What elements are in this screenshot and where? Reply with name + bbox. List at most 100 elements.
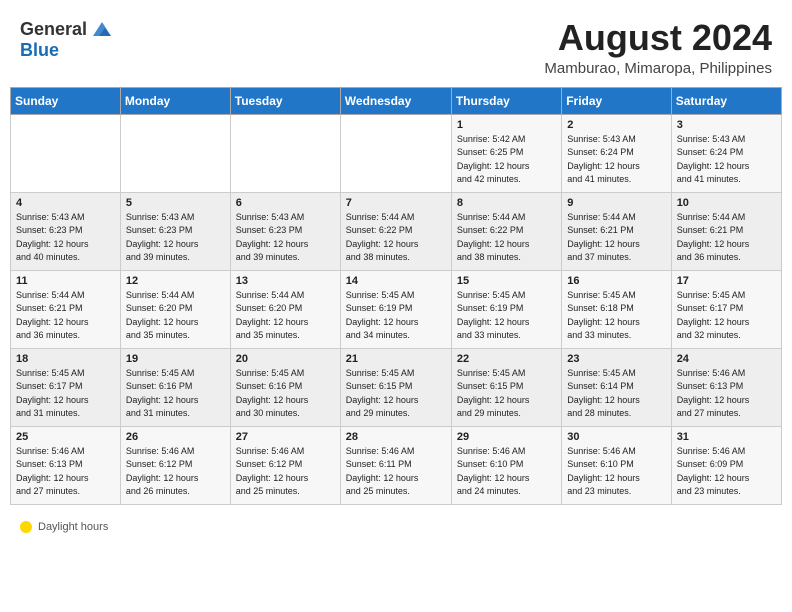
weekday-header: Monday: [120, 87, 230, 114]
calendar-cell: 5Sunrise: 5:43 AM Sunset: 6:23 PM Daylig…: [120, 192, 230, 270]
header: General Blue August 2024 Mamburao, Mimar…: [0, 0, 792, 87]
calendar-cell: 30 Sunrise: 5:46 AM Sunset: 6:10 PM Dayli…: [562, 426, 671, 504]
logo-general-text: General: [20, 19, 87, 40]
calendar-cell: 14 Sunrise: 5:45 AM Sunset: 6:19 PM Dayli…: [340, 270, 451, 348]
calendar-cell: 3 Sunrise: 5:43 AM Sunset: 6:24 PM Daylig…: [671, 114, 781, 192]
day-info: Sunrise: 5:46 AM Sunset: 6:11 PM Dayligh…: [346, 445, 446, 499]
day-number: 17: [677, 275, 776, 287]
day-number: 14: [346, 275, 446, 287]
calendar-cell: 20 Sunrise: 5:45 AM Sunset: 6:16 PM Dayli…: [230, 348, 340, 426]
day-info: Sunrise: 5:45 AM Sunset: 6:19 PM Dayligh…: [457, 289, 556, 343]
day-number: 29: [457, 431, 556, 443]
logo-icon: [91, 18, 113, 40]
day-number: 31: [677, 431, 776, 443]
footer: Daylight hours: [0, 515, 792, 539]
day-info: Sunrise: 5:45 AM Sunset: 6:15 PM Dayligh…: [346, 367, 446, 421]
day-info: Sunrise: 5:46 AM Sunset: 6:10 PM Dayligh…: [457, 445, 556, 499]
calendar-cell: 4Sunrise: 5:43 AM Sunset: 6:23 PM Daylig…: [11, 192, 121, 270]
day-info: Sunrise: 5:43 AM Sunset: 6:23 PM Dayligh…: [126, 211, 225, 265]
logo: General Blue: [20, 18, 113, 61]
day-number: 27: [236, 431, 335, 443]
day-number: 2: [567, 119, 665, 131]
day-number: 22: [457, 353, 556, 365]
day-info: Sunrise: 5:44 AM Sunset: 6:22 PM Dayligh…: [346, 211, 446, 265]
day-number: 23: [567, 353, 665, 365]
calendar-week-row: 18 Sunrise: 5:45 AM Sunset: 6:17 PM Dayli…: [11, 348, 782, 426]
title-area: August 2024 Mamburao, Mimaropa, Philippi…: [544, 18, 772, 77]
day-info: Sunrise: 5:43 AM Sunset: 6:24 PM Dayligh…: [677, 133, 776, 187]
calendar-week-row: 11Sunrise: 5:44 AM Sunset: 6:21 PM Dayli…: [11, 270, 782, 348]
calendar-cell: 24Sunrise: 5:46 AM Sunset: 6:13 PM Dayli…: [671, 348, 781, 426]
daylight-label: Daylight hours: [38, 521, 108, 533]
calendar-cell: 27 Sunrise: 5:46 AM Sunset: 6:12 PM Dayli…: [230, 426, 340, 504]
calendar-cell: 29 Sunrise: 5:46 AM Sunset: 6:10 PM Dayli…: [451, 426, 561, 504]
calendar-cell: 22 Sunrise: 5:45 AM Sunset: 6:15 PM Dayli…: [451, 348, 561, 426]
day-number: 16: [567, 275, 665, 287]
day-number: 7: [346, 197, 446, 209]
day-info: Sunrise: 5:45 AM Sunset: 6:16 PM Dayligh…: [236, 367, 335, 421]
logo-blue-text: Blue: [20, 40, 59, 61]
day-info: Sunrise: 5:44 AM Sunset: 6:21 PM Dayligh…: [677, 211, 776, 265]
day-number: 20: [236, 353, 335, 365]
calendar-cell: 2 Sunrise: 5:43 AM Sunset: 6:24 PM Daylig…: [562, 114, 671, 192]
day-info: Sunrise: 5:45 AM Sunset: 6:17 PM Dayligh…: [677, 289, 776, 343]
calendar-cell: 12Sunrise: 5:44 AM Sunset: 6:20 PM Dayli…: [120, 270, 230, 348]
day-info: Sunrise: 5:45 AM Sunset: 6:19 PM Dayligh…: [346, 289, 446, 343]
weekday-header: Wednesday: [340, 87, 451, 114]
day-info: Sunrise: 5:45 AM Sunset: 6:15 PM Dayligh…: [457, 367, 556, 421]
calendar-cell: [340, 114, 451, 192]
calendar-cell: 16 Sunrise: 5:45 AM Sunset: 6:18 PM Dayli…: [562, 270, 671, 348]
day-info: Sunrise: 5:46 AM Sunset: 6:09 PM Dayligh…: [677, 445, 776, 499]
day-info: Sunrise: 5:46 AM Sunset: 6:12 PM Dayligh…: [126, 445, 225, 499]
day-number: 19: [126, 353, 225, 365]
day-number: 15: [457, 275, 556, 287]
calendar-week-row: 1Sunrise: 5:42 AM Sunset: 6:25 PM Daylig…: [11, 114, 782, 192]
day-info: Sunrise: 5:42 AM Sunset: 6:25 PM Dayligh…: [457, 133, 556, 187]
day-number: 30: [567, 431, 665, 443]
weekday-header: Friday: [562, 87, 671, 114]
calendar-cell: 7 Sunrise: 5:44 AM Sunset: 6:22 PM Daylig…: [340, 192, 451, 270]
calendar-cell: 21Sunrise: 5:45 AM Sunset: 6:15 PM Dayli…: [340, 348, 451, 426]
calendar-cell: 23 Sunrise: 5:45 AM Sunset: 6:14 PM Dayli…: [562, 348, 671, 426]
daylight-dot-icon: [20, 521, 32, 533]
calendar-cell: 11Sunrise: 5:44 AM Sunset: 6:21 PM Dayli…: [11, 270, 121, 348]
location-title: Mamburao, Mimaropa, Philippines: [544, 60, 772, 77]
calendar-cell: 26 Sunrise: 5:46 AM Sunset: 6:12 PM Dayli…: [120, 426, 230, 504]
calendar-cell: 13 Sunrise: 5:44 AM Sunset: 6:20 PM Dayli…: [230, 270, 340, 348]
day-number: 18: [16, 353, 115, 365]
day-info: Sunrise: 5:43 AM Sunset: 6:24 PM Dayligh…: [567, 133, 665, 187]
calendar-body: 1Sunrise: 5:42 AM Sunset: 6:25 PM Daylig…: [11, 114, 782, 504]
day-number: 11: [16, 275, 115, 287]
calendar-cell: [230, 114, 340, 192]
calendar-cell: 10 Sunrise: 5:44 AM Sunset: 6:21 PM Dayli…: [671, 192, 781, 270]
calendar: SundayMondayTuesdayWednesdayThursdayFrid…: [0, 87, 792, 515]
day-number: 10: [677, 197, 776, 209]
day-info: Sunrise: 5:45 AM Sunset: 6:16 PM Dayligh…: [126, 367, 225, 421]
day-info: Sunrise: 5:44 AM Sunset: 6:21 PM Dayligh…: [567, 211, 665, 265]
day-info: Sunrise: 5:46 AM Sunset: 6:13 PM Dayligh…: [16, 445, 115, 499]
calendar-week-row: 4Sunrise: 5:43 AM Sunset: 6:23 PM Daylig…: [11, 192, 782, 270]
day-number: 6: [236, 197, 335, 209]
calendar-week-row: 25 Sunrise: 5:46 AM Sunset: 6:13 PM Dayli…: [11, 426, 782, 504]
day-info: Sunrise: 5:45 AM Sunset: 6:14 PM Dayligh…: [567, 367, 665, 421]
weekday-header: Sunday: [11, 87, 121, 114]
day-number: 8: [457, 197, 556, 209]
calendar-cell: 18 Sunrise: 5:45 AM Sunset: 6:17 PM Dayli…: [11, 348, 121, 426]
calendar-cell: 1Sunrise: 5:42 AM Sunset: 6:25 PM Daylig…: [451, 114, 561, 192]
day-number: 13: [236, 275, 335, 287]
weekday-header: Thursday: [451, 87, 561, 114]
day-info: Sunrise: 5:44 AM Sunset: 6:20 PM Dayligh…: [126, 289, 225, 343]
day-number: 3: [677, 119, 776, 131]
day-number: 25: [16, 431, 115, 443]
calendar-cell: 25 Sunrise: 5:46 AM Sunset: 6:13 PM Dayli…: [11, 426, 121, 504]
day-info: Sunrise: 5:45 AM Sunset: 6:17 PM Dayligh…: [16, 367, 115, 421]
day-number: 9: [567, 197, 665, 209]
day-number: 26: [126, 431, 225, 443]
calendar-cell: [120, 114, 230, 192]
day-info: Sunrise: 5:46 AM Sunset: 6:12 PM Dayligh…: [236, 445, 335, 499]
calendar-cell: 28Sunrise: 5:46 AM Sunset: 6:11 PM Dayli…: [340, 426, 451, 504]
day-info: Sunrise: 5:46 AM Sunset: 6:10 PM Dayligh…: [567, 445, 665, 499]
calendar-cell: 6Sunrise: 5:43 AM Sunset: 6:23 PM Daylig…: [230, 192, 340, 270]
day-info: Sunrise: 5:45 AM Sunset: 6:18 PM Dayligh…: [567, 289, 665, 343]
day-info: Sunrise: 5:44 AM Sunset: 6:20 PM Dayligh…: [236, 289, 335, 343]
